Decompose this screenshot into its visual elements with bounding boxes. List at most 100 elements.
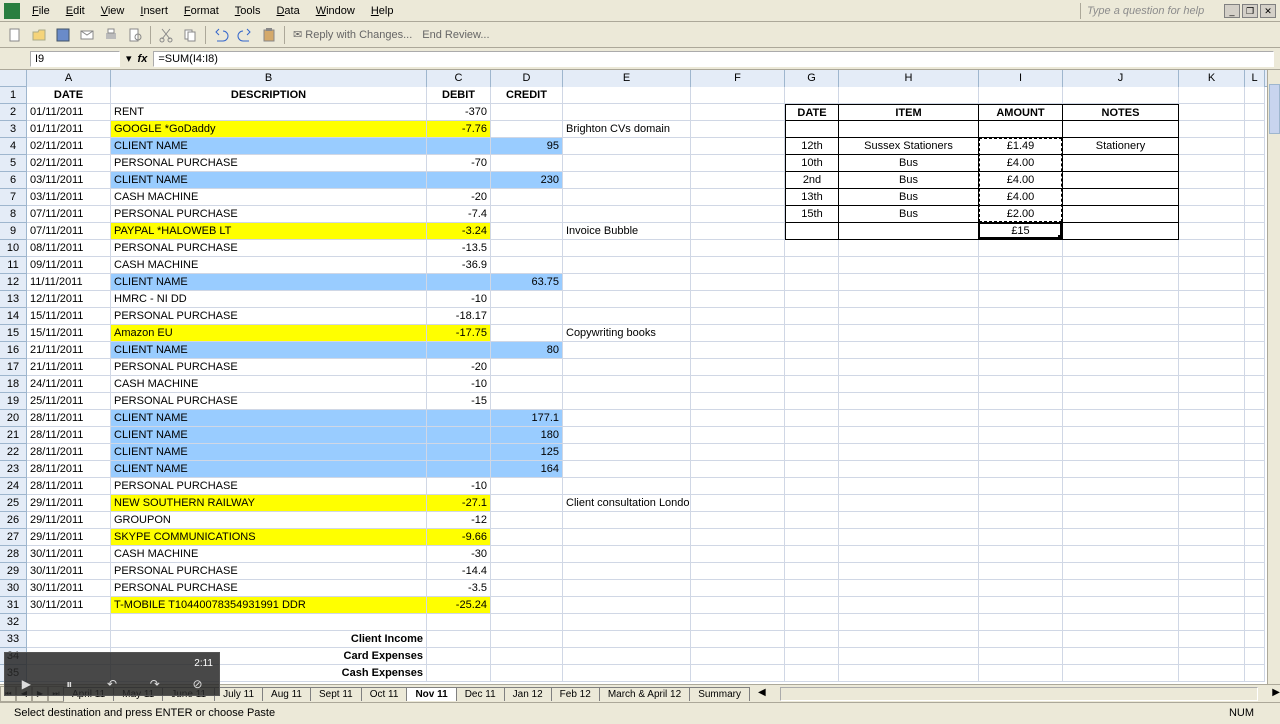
cell[interactable] — [691, 563, 785, 580]
cell[interactable]: CLIENT NAME — [111, 172, 427, 189]
cell[interactable] — [979, 427, 1063, 444]
cell[interactable] — [563, 206, 691, 223]
cell[interactable] — [691, 512, 785, 529]
cell[interactable] — [691, 155, 785, 172]
cell[interactable] — [563, 631, 691, 648]
row-header[interactable]: 22 — [0, 444, 27, 461]
cell[interactable] — [1063, 155, 1179, 172]
cell[interactable] — [691, 495, 785, 512]
cell[interactable] — [427, 614, 491, 631]
row-header[interactable]: 21 — [0, 427, 27, 444]
menu-window[interactable]: Window — [308, 3, 363, 19]
cell[interactable] — [1245, 155, 1265, 172]
cell[interactable]: Bus — [839, 172, 979, 189]
cell[interactable] — [979, 665, 1063, 682]
cell[interactable] — [563, 87, 691, 104]
cell[interactable] — [1245, 359, 1265, 376]
cell[interactable] — [839, 376, 979, 393]
row-header[interactable]: 23 — [0, 461, 27, 478]
cell[interactable] — [491, 376, 563, 393]
cell[interactable]: 12/11/2011 — [27, 291, 111, 308]
cell[interactable] — [691, 461, 785, 478]
cell[interactable] — [563, 512, 691, 529]
cell[interactable] — [491, 257, 563, 274]
cell[interactable]: PERSONAL PURCHASE — [111, 308, 427, 325]
cell[interactable]: 21/11/2011 — [27, 342, 111, 359]
cell[interactable]: -7.4 — [427, 206, 491, 223]
cell[interactable] — [1063, 614, 1179, 631]
col-header-L[interactable]: L — [1245, 70, 1265, 87]
cell[interactable] — [691, 580, 785, 597]
cell[interactable] — [979, 121, 1063, 138]
cell[interactable]: 21/11/2011 — [27, 359, 111, 376]
col-header-A[interactable]: A — [27, 70, 111, 87]
reply-changes-button[interactable]: ✉ Reply with Changes... — [289, 26, 416, 43]
cell[interactable] — [691, 240, 785, 257]
cell[interactable] — [979, 648, 1063, 665]
cell[interactable] — [979, 580, 1063, 597]
cell[interactable] — [839, 495, 979, 512]
cell[interactable] — [1245, 563, 1265, 580]
cell[interactable]: -20 — [427, 189, 491, 206]
cell[interactable]: 95 — [491, 138, 563, 155]
cell[interactable] — [691, 648, 785, 665]
cell[interactable] — [1245, 648, 1265, 665]
cell[interactable] — [691, 138, 785, 155]
cell[interactable]: 30/11/2011 — [27, 580, 111, 597]
cell[interactable] — [563, 359, 691, 376]
cell[interactable] — [427, 410, 491, 427]
cell[interactable]: T-MOBILE T10440078354931991 DDR — [111, 597, 427, 614]
media-next-icon[interactable]: ↷ — [133, 673, 176, 695]
cell[interactable]: Brighton CVs domain — [563, 121, 691, 138]
fx-icon[interactable]: fx — [138, 53, 148, 65]
row-header[interactable]: 32 — [0, 614, 27, 631]
cell[interactable]: PERSONAL PURCHASE — [111, 155, 427, 172]
cell[interactable]: 01/11/2011 — [27, 104, 111, 121]
cell[interactable] — [839, 359, 979, 376]
cell[interactable]: PERSONAL PURCHASE — [111, 359, 427, 376]
cell[interactable]: 29/11/2011 — [27, 529, 111, 546]
cell[interactable] — [563, 155, 691, 172]
cell[interactable] — [563, 138, 691, 155]
cell[interactable]: -10 — [427, 291, 491, 308]
cell[interactable] — [691, 206, 785, 223]
cell[interactable] — [1063, 325, 1179, 342]
cell[interactable] — [691, 172, 785, 189]
cell[interactable] — [1063, 495, 1179, 512]
cell[interactable] — [839, 87, 979, 104]
cell[interactable] — [691, 427, 785, 444]
cell[interactable]: -12 — [427, 512, 491, 529]
cell[interactable] — [1245, 104, 1265, 121]
sheet-tab[interactable]: July 11 — [214, 687, 263, 701]
cell[interactable]: CASH MACHINE — [111, 546, 427, 563]
cell[interactable] — [563, 427, 691, 444]
cell[interactable]: -70 — [427, 155, 491, 172]
cell[interactable] — [1179, 393, 1245, 410]
cell[interactable] — [839, 648, 979, 665]
cell[interactable] — [1245, 393, 1265, 410]
col-header-F[interactable]: F — [691, 70, 785, 87]
cell[interactable] — [1245, 87, 1265, 104]
cell[interactable]: CLIENT NAME — [111, 461, 427, 478]
cell[interactable]: Client Income — [111, 631, 427, 648]
cell[interactable]: CLIENT NAME — [111, 410, 427, 427]
cell[interactable]: DESCRIPTION — [111, 87, 427, 104]
cell[interactable]: 2nd — [785, 172, 839, 189]
cell[interactable] — [839, 274, 979, 291]
cell[interactable]: ITEM — [839, 104, 979, 121]
cell[interactable]: Invoice Bubble — [563, 223, 691, 240]
cell[interactable]: NOTES — [1063, 104, 1179, 121]
cell[interactable] — [491, 393, 563, 410]
row-header[interactable]: 4 — [0, 138, 27, 155]
cell[interactable] — [979, 614, 1063, 631]
cell[interactable] — [839, 121, 979, 138]
cell[interactable] — [979, 410, 1063, 427]
cell[interactable] — [1245, 410, 1265, 427]
cell[interactable] — [563, 189, 691, 206]
cell[interactable]: 30/11/2011 — [27, 546, 111, 563]
cell[interactable] — [1063, 427, 1179, 444]
cell[interactable]: GROUPON — [111, 512, 427, 529]
cell[interactable] — [979, 291, 1063, 308]
cell[interactable] — [1063, 257, 1179, 274]
row-header[interactable]: 6 — [0, 172, 27, 189]
